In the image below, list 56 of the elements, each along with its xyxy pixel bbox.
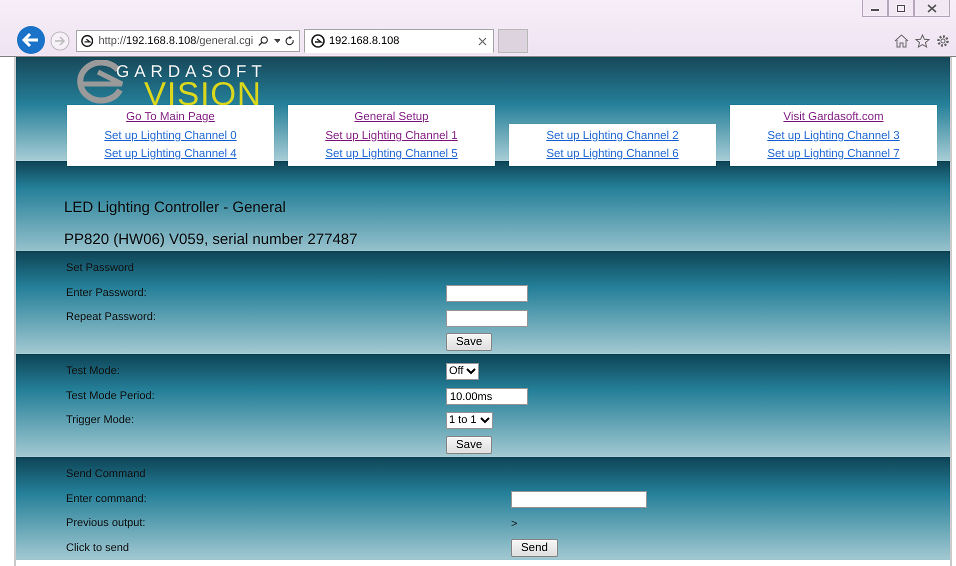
url-text: http://192.168.8.108/general.cgi: [98, 35, 254, 47]
field-label: Trigger Mode:: [66, 414, 134, 426]
nav-link[interactable]: Set up Lighting Channel 7: [767, 145, 900, 164]
settings-icon[interactable]: [936, 34, 950, 48]
submit-button[interactable]: Save: [446, 436, 492, 454]
output-text: >: [511, 518, 518, 530]
close-icon: [927, 4, 937, 12]
nav-link[interactable]: Set up Lighting Channel 6: [546, 145, 679, 164]
field-label: Enter Password:: [66, 286, 147, 299]
field-label: Test Mode Period:: [66, 390, 155, 402]
nav-link[interactable]: Set up Lighting Channel 1: [325, 126, 458, 145]
restore-button[interactable]: [888, 0, 914, 17]
field-label: Test Mode:: [66, 365, 120, 378]
close-icon[interactable]: [478, 36, 487, 46]
field-label: Repeat Password:: [66, 311, 156, 324]
restore-icon: [896, 4, 906, 12]
star-icon[interactable]: [915, 34, 930, 48]
logo-text: GARDASOFT: [116, 63, 267, 81]
field-label: Previous output:: [66, 517, 146, 530]
tab-title: 192.168.8.108: [329, 35, 400, 47]
submit-button[interactable]: Send: [511, 539, 558, 558]
input-field[interactable]: 10.00ms: [446, 388, 528, 405]
refresh-icon[interactable]: [285, 35, 295, 47]
chevron-down-icon: [466, 368, 476, 375]
dropdown-arrow-icon[interactable]: [274, 38, 280, 44]
nav-link[interactable]: Set up Lighting Channel 4: [104, 145, 237, 164]
nav-link[interactable]: Set up Lighting Channel 2: [546, 126, 679, 145]
close-button[interactable]: [914, 0, 950, 17]
input-field[interactable]: [446, 285, 528, 302]
back-button[interactable]: [16, 25, 46, 55]
device-info: PP820 (HW06) V059, serial number 277487: [64, 231, 358, 249]
submit-button[interactable]: Save: [446, 333, 492, 352]
chevron-down-icon: [480, 416, 490, 424]
section-title: Send Command: [66, 468, 146, 480]
nav-link[interactable]: Set up Lighting Channel 0: [104, 126, 237, 145]
address-bar[interactable]: http://192.168.8.108/general.cgi: [76, 30, 300, 52]
nav-link[interactable]: Set up Lighting Channel 3: [767, 126, 900, 145]
browser-tab[interactable]: 192.168.8.108: [304, 29, 494, 53]
site-logo-icon: [311, 34, 325, 48]
nav-link[interactable]: Go To Main Page: [126, 108, 215, 126]
search-icon[interactable]: [258, 35, 269, 47]
dropdown-field[interactable]: 1 to 1: [446, 412, 493, 429]
logo-text: VISION: [144, 81, 263, 107]
dropdown-field[interactable]: Off: [446, 362, 480, 380]
site-logo-icon: [81, 34, 94, 48]
nav-link[interactable]: General Setup: [354, 108, 429, 126]
input-field[interactable]: [446, 310, 528, 326]
home-icon[interactable]: [894, 34, 909, 48]
field-label: Enter command:: [66, 492, 147, 505]
nav-link[interactable]: Visit Gardasoft.com: [783, 108, 884, 126]
nav-link[interactable]: Set up Lighting Channel 5: [325, 145, 458, 164]
field-label: Click to send: [66, 542, 129, 554]
section-title: Set Password: [66, 262, 134, 274]
page-heading: LED Lighting Controller - General: [64, 199, 287, 217]
minimize-button[interactable]: [862, 0, 888, 17]
input-field[interactable]: [511, 491, 647, 508]
